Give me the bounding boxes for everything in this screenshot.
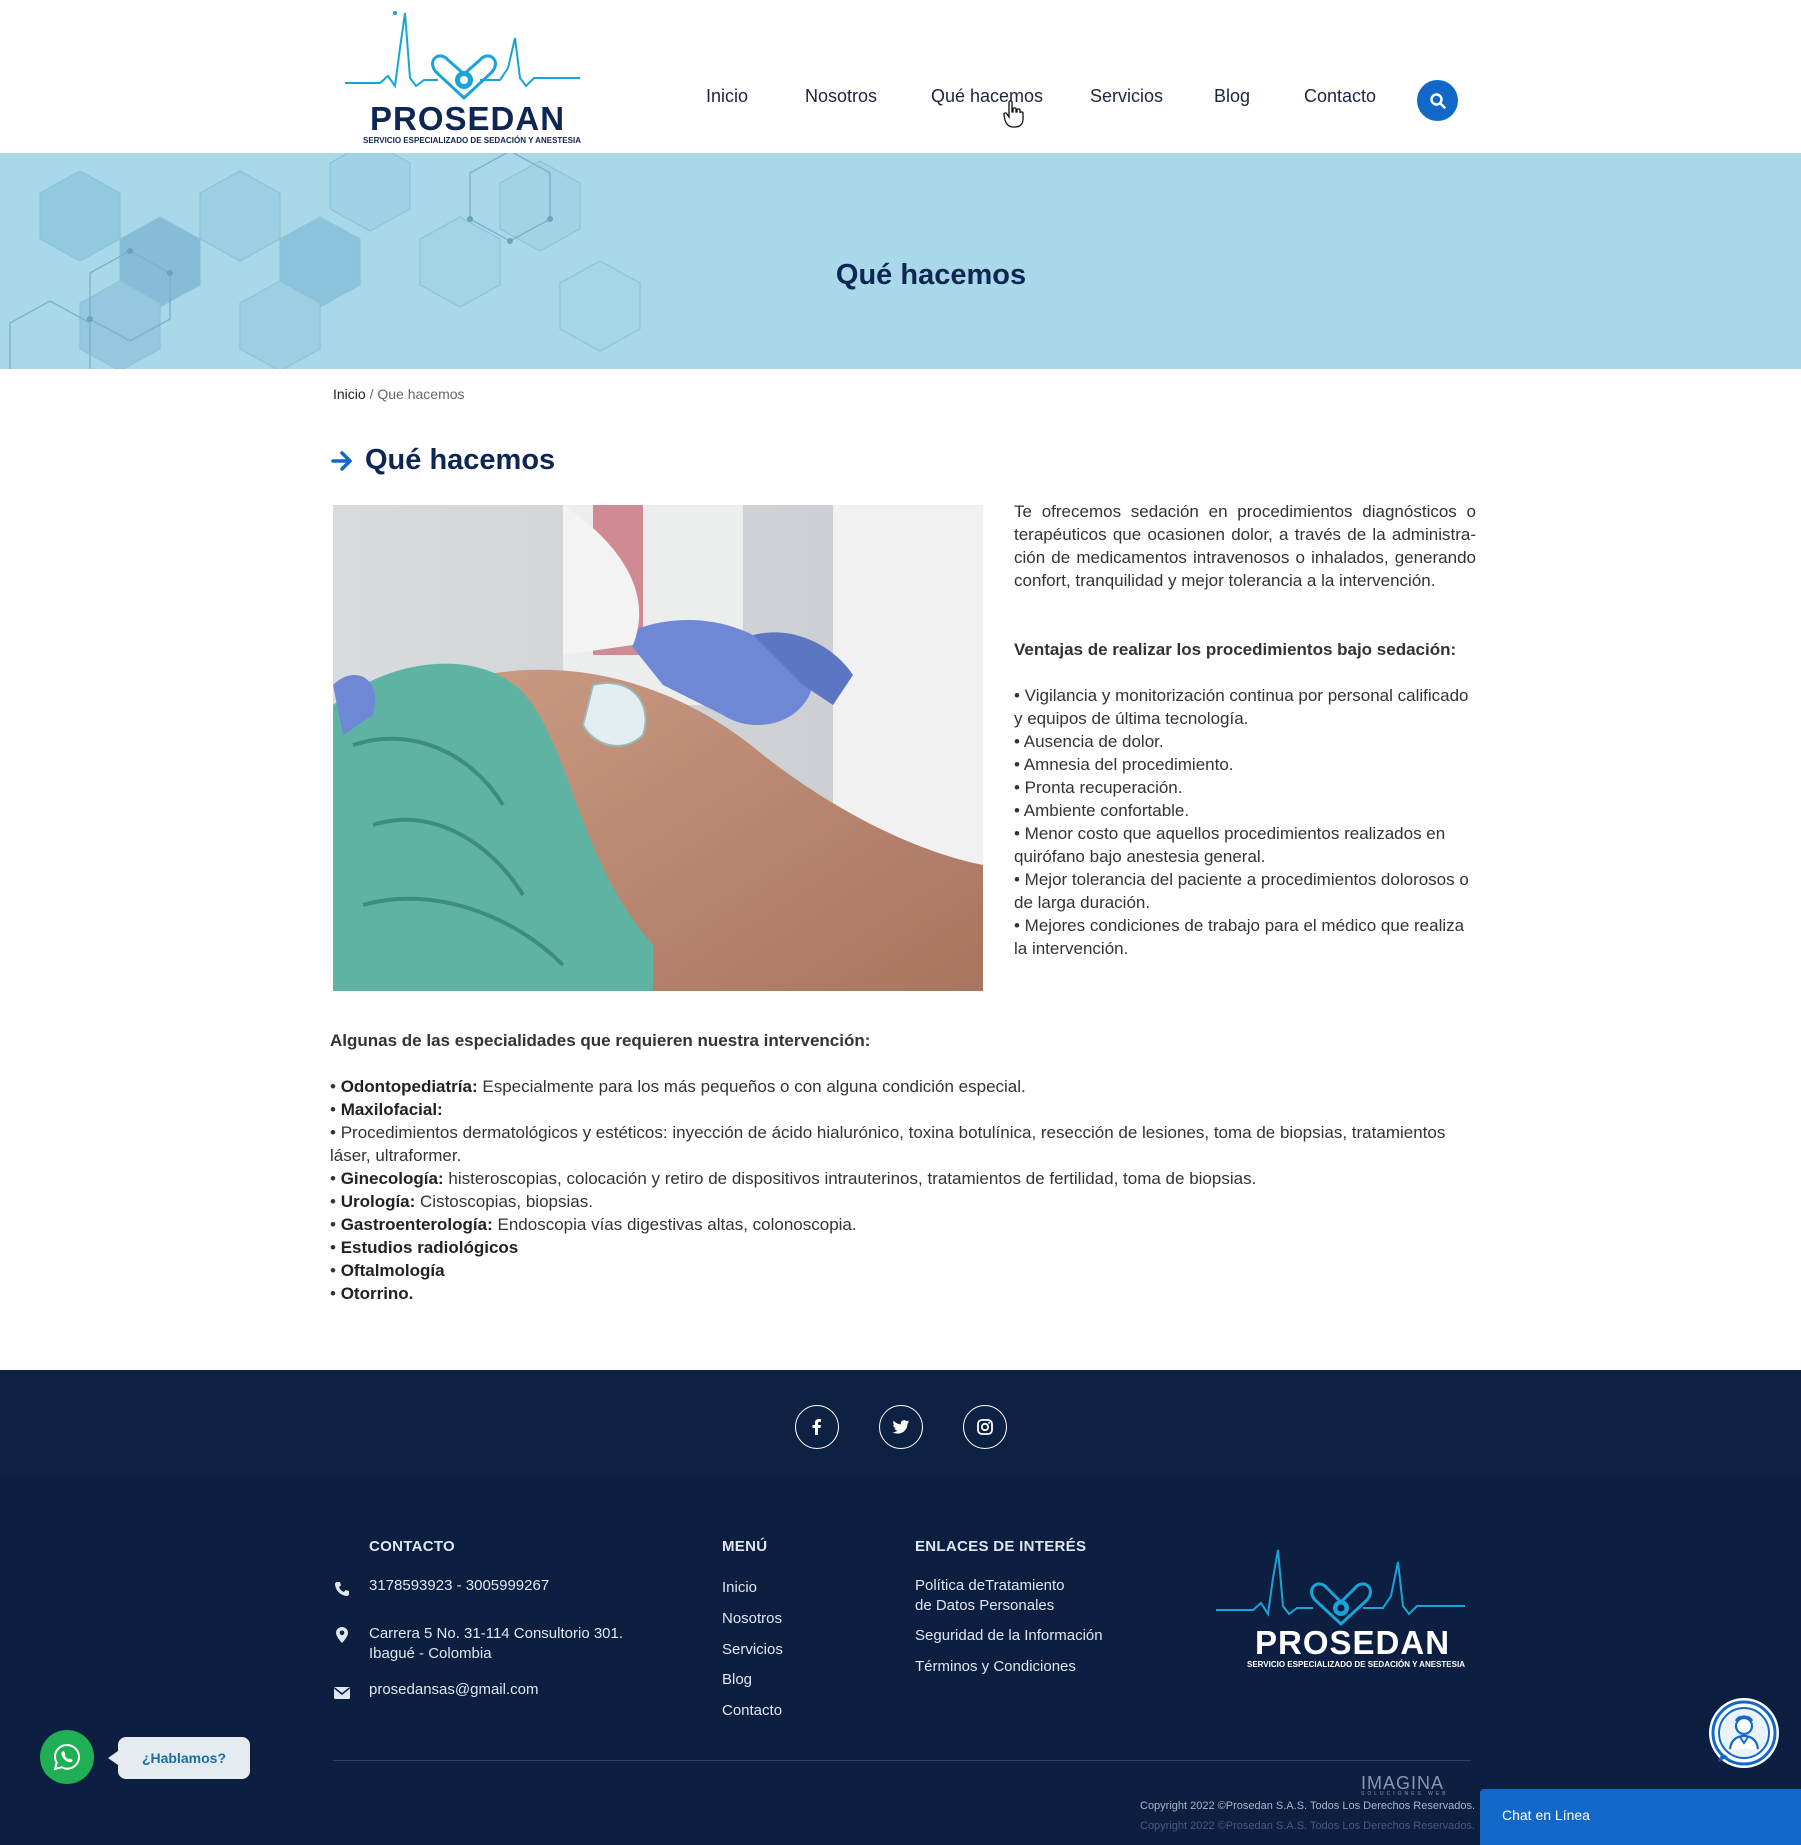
section-heading: Qué hacemos (331, 444, 555, 477)
list-item: • Amnesia del procedimiento. (1014, 755, 1234, 774)
nav-blog[interactable]: Blog (1214, 86, 1250, 107)
list-item: • Ausencia de dolor. (1014, 732, 1164, 751)
nav-inicio[interactable]: Inicio (706, 86, 748, 107)
footer-address-line1: Carrera 5 No. 31-114 Consultorio 301. (369, 1625, 624, 1642)
breadcrumb-separator: / (369, 386, 374, 402)
footer-menu-blog[interactable]: Blog (722, 1670, 752, 1690)
instagram-icon (977, 1419, 993, 1435)
footer-menu-nosotros[interactable]: Nosotros (722, 1609, 782, 1629)
mail-icon (333, 1684, 351, 1702)
section-title: Qué hacemos (365, 444, 556, 476)
whatsapp-icon (53, 1743, 81, 1771)
heartbeat-logo-icon (345, 11, 580, 101)
agency-name: IMAGINA (1361, 1773, 1445, 1793)
list-item: • Odontopediatría: Especialmente para lo… (330, 1077, 1026, 1096)
footer-menu-inicio[interactable]: Inicio (722, 1578, 757, 1598)
footer-logo-brand: PROSEDAN (1255, 1624, 1451, 1661)
whatsapp-button[interactable] (40, 1730, 94, 1784)
copyright-text-duplicate: Copyright 2022 ©Prosedan S.A.S. Todos Lo… (1140, 1820, 1476, 1832)
list-item: • Pronta recuperación. (1014, 778, 1183, 797)
advantages-list: • Vigilancia y monitorización continua p… (1014, 684, 1476, 960)
instagram-link[interactable] (963, 1405, 1007, 1449)
footer-address-line2: Ibagué - Colombia (369, 1645, 492, 1662)
whatsapp-bubble[interactable]: ¿Hablamos? (108, 1737, 250, 1779)
breadcrumb-current: Que hacemos (377, 386, 465, 402)
footer-divider (333, 1760, 1471, 1761)
list-item: • Urología: Cistoscopias, biopsias. (330, 1192, 593, 1211)
list-item: • Ginecología: histeroscopias, colocació… (330, 1169, 1257, 1188)
footer-logo-tagline: SERVICIO ESPECIALIZADO DE SEDACIÓN Y ANE… (1247, 1660, 1465, 1669)
advantages-title: Ventajas de realizar los procedimientos … (1014, 640, 1457, 659)
list-item: • Otorrino. (330, 1284, 414, 1303)
live-chat-bar[interactable]: Chat en Línea (1480, 1789, 1801, 1845)
doctor-chat-button[interactable] (1709, 1698, 1779, 1768)
list-item: • Mejores condiciones de trabajo para el… (1014, 916, 1465, 958)
footer-link-policy-line2[interactable]: de Datos Personales (915, 1596, 1054, 1616)
site-logo[interactable]: PROSEDAN SERVICIO ESPECIALIZADO DE SEDAC… (340, 8, 585, 148)
list-item: • Oftalmología (330, 1261, 445, 1280)
footer-links-title: ENLACES DE INTERÉS (915, 1538, 1087, 1555)
list-item: • Ambiente confortable. (1014, 801, 1190, 820)
banner-title: Qué hacemos (835, 259, 1027, 291)
arrow-right-icon (331, 450, 352, 471)
footer-logo[interactable]: PROSEDAN SERVICIO ESPECIALIZADO DE SEDAC… (1213, 1548, 1468, 1673)
list-item: • Estudios radiológicos (330, 1238, 519, 1257)
live-chat-label: Chat en Línea (1502, 1807, 1590, 1823)
specialties-list: • Odontopediatría: Especialmente para lo… (330, 1075, 1490, 1305)
footer-email[interactable]: prosedansas@gmail.com (369, 1680, 538, 1700)
logo-brand: PROSEDAN (370, 100, 566, 137)
footer-menu-title: MENÚ (722, 1538, 768, 1555)
list-item: • Mejor tolerancia del paciente a proced… (1014, 870, 1469, 912)
nav-contacto[interactable]: Contacto (1304, 86, 1376, 107)
phone-icon (333, 1580, 351, 1598)
twitter-icon (892, 1420, 910, 1434)
footer-menu-servicios[interactable]: Servicios (722, 1640, 783, 1660)
list-item: • Menor costo que aquellos procedimiento… (1014, 824, 1446, 866)
footer-contact-title: CONTACTO (369, 1538, 456, 1555)
specialties-block: Algunas de las especialidades que requie… (330, 1029, 1490, 1305)
copyright-text: Copyright 2022 ©Prosedan S.A.S. Todos Lo… (1140, 1800, 1476, 1812)
nav-nosotros[interactable]: Nosotros (805, 86, 877, 107)
page-banner: Qué hacemos (0, 153, 1801, 369)
intro-text-block: Te ofrecemos sedación en procedimientos … (1014, 500, 1476, 960)
hand-cursor-icon (1003, 100, 1024, 128)
agency-sub: SOLUCIONES WEB (1361, 1791, 1449, 1797)
facebook-icon (812, 1419, 821, 1435)
heartbeat-logo-icon (1216, 1549, 1465, 1627)
footer-menu-contacto[interactable]: Contacto (722, 1701, 782, 1721)
footer-link-security[interactable]: Seguridad de la Información (915, 1626, 1103, 1646)
list-item: • Procedimientos dermatológicos y estéti… (330, 1123, 1446, 1165)
site-header: PROSEDAN SERVICIO ESPECIALIZADO DE SEDAC… (0, 0, 1801, 202)
logo-tagline: SERVICIO ESPECIALIZADO DE SEDACIÓN Y ANE… (363, 136, 581, 145)
facebook-link[interactable] (795, 1405, 839, 1449)
search-icon (1429, 92, 1446, 109)
breadcrumb: Inicio / Que hacemos (333, 386, 465, 402)
intro-paragraph: Te ofrecemos sedación en procedimientos … (1014, 502, 1476, 590)
breadcrumb-home[interactable]: Inicio (333, 386, 366, 402)
list-item: • Gastroenterología: Endoscopia vías dig… (330, 1215, 857, 1234)
footer-link-policy-line1[interactable]: Política deTratamiento (915, 1576, 1065, 1596)
list-item: • Vigilancia y monitorización continua p… (1014, 686, 1469, 728)
specialties-title: Algunas de las especialidades que requie… (330, 1031, 871, 1050)
sedation-photo (333, 505, 983, 991)
agency-logo[interactable]: IMAGINA SOLUCIONES WEB (1361, 1773, 1449, 1797)
doctor-avatar-icon (1711, 1700, 1777, 1766)
page: PROSEDAN SERVICIO ESPECIALIZADO DE SEDAC… (0, 0, 1801, 1845)
footer-link-terms[interactable]: Términos y Condiciones (915, 1657, 1076, 1677)
twitter-link[interactable] (879, 1405, 923, 1449)
nav-que-hacemos[interactable]: Qué hacemos (931, 86, 1043, 107)
search-button[interactable] (1417, 80, 1458, 121)
footer-phone[interactable]: 3178593923 - 3005999267 (369, 1576, 549, 1596)
list-item: • Maxilofacial: (330, 1100, 443, 1119)
location-pin-icon (333, 1626, 351, 1644)
nav-servicios[interactable]: Servicios (1090, 86, 1163, 107)
